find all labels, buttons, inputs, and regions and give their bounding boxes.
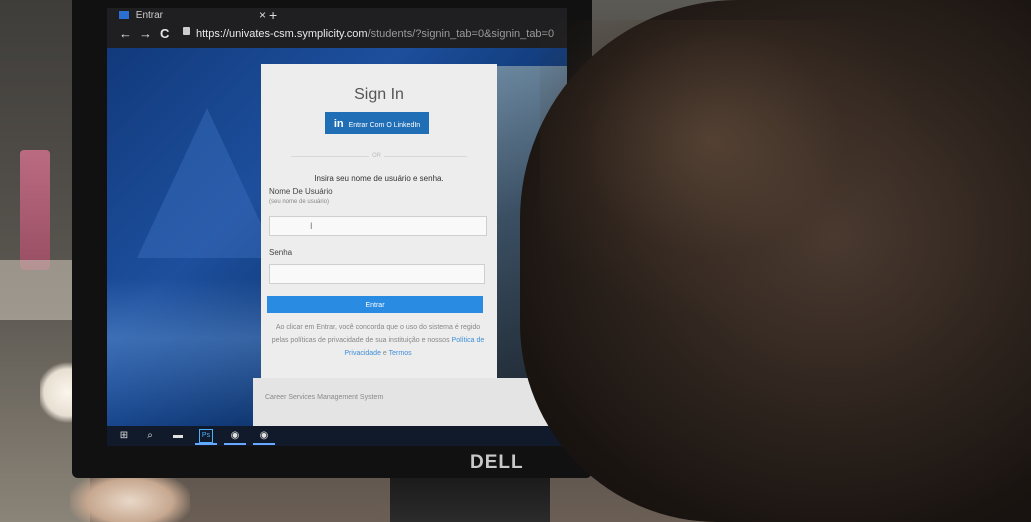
- instruction-text: Insira seu nome de usuário e senha.: [314, 174, 444, 183]
- login-card: Sign In in Entrar Com O LinkedIn OR Insir…: [261, 64, 497, 386]
- username-input[interactable]: I: [269, 216, 487, 236]
- terms-and: e: [382, 350, 387, 357]
- monitor-brand-logo: DELL: [470, 452, 524, 473]
- browser-bar: Entrar × + ← → C https://univates-csm.sy…: [107, 8, 567, 48]
- taskbar: ⊞ ⌕ ▬ Ps ◉ ◉: [107, 426, 567, 446]
- forward-arrow-icon[interactable]: →: [139, 25, 152, 43]
- linkedin-signin-button[interactable]: in Entrar Com O LinkedIn: [325, 112, 429, 134]
- wallpaper-shape: [137, 108, 277, 258]
- page-title: Sign In: [354, 86, 404, 103]
- username-hint: (seu nome de usuário): [269, 199, 330, 205]
- or-label: OR: [369, 153, 384, 159]
- page-footer: Career Services Management System: [253, 378, 567, 426]
- search-icon[interactable]: ⌕: [143, 429, 157, 443]
- tab-title: Entrar: [135, 10, 164, 21]
- footer-system-name: Career Services Management System: [265, 394, 384, 401]
- address-bar[interactable]: https://univates-csm.symplicity.com/stud…: [196, 25, 554, 43]
- linkedin-icon: in: [333, 118, 344, 130]
- new-tab-icon[interactable]: +: [269, 8, 277, 22]
- terms-body: Ao clicar em Entrar, você concorda que o…: [271, 324, 481, 344]
- password-input[interactable]: [269, 264, 485, 284]
- person-hair-highlight: [540, 20, 920, 320]
- terms-link[interactable]: Termos: [389, 350, 412, 357]
- browser-tab[interactable]: Entrar ×: [119, 8, 269, 24]
- linkedin-label: Entrar Com O LinkedIn: [348, 122, 421, 129]
- terms-text: Ao clicar em Entrar, você concorda que o…: [271, 321, 485, 360]
- username-label: Nome De Usuário: [269, 187, 333, 196]
- reload-icon[interactable]: C: [160, 25, 169, 43]
- submit-button[interactable]: Entrar: [267, 296, 483, 313]
- chrome-icon[interactable]: ◉: [257, 429, 271, 443]
- url-host: https://univates-csm.symplicity.com: [196, 28, 368, 40]
- lock-icon: [183, 27, 190, 35]
- chrome-icon[interactable]: ◉: [228, 429, 242, 443]
- url-path: /students/?signin_tab=0&signin_tab=0: [367, 28, 555, 40]
- taskbar-active-indicator: [253, 443, 275, 445]
- photoshop-icon[interactable]: Ps: [199, 429, 213, 443]
- pink-object: [20, 150, 50, 270]
- favicon-icon: [119, 11, 129, 20]
- taskbar-active-indicator: [224, 443, 246, 445]
- monitor-stand: [390, 478, 550, 522]
- password-label: Senha: [269, 248, 293, 257]
- monitor-screen: Entrar × + ← → C https://univates-csm.sy…: [107, 8, 567, 446]
- folder-icon[interactable]: ▬: [171, 429, 185, 443]
- taskbar-active-indicator: [195, 443, 217, 445]
- tab-close-icon[interactable]: ×: [259, 8, 266, 22]
- back-arrow-icon[interactable]: ←: [119, 25, 132, 43]
- windows-start-icon[interactable]: ⊞: [117, 429, 131, 443]
